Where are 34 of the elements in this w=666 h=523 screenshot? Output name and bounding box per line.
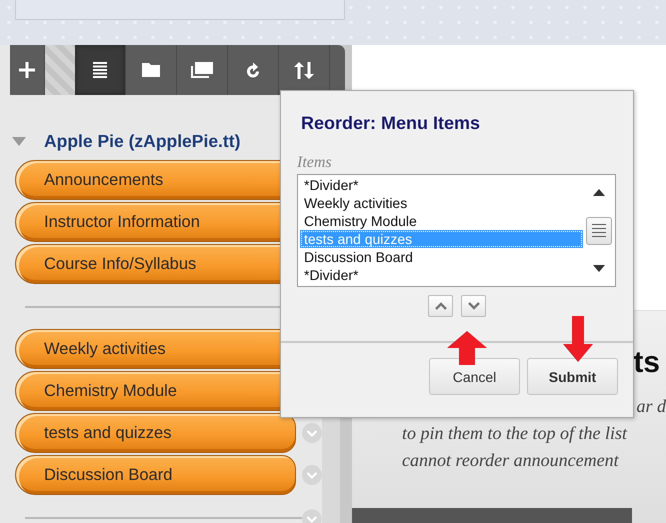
down-arrow-icon (563, 316, 593, 362)
list-icon (93, 62, 107, 78)
move-up-button[interactable] (428, 295, 453, 317)
description-text: to pin them to the top of the list (402, 423, 627, 443)
windows-icon (191, 62, 213, 78)
sort-icon (294, 62, 314, 78)
folder-icon (142, 63, 160, 77)
course-title[interactable]: Apple Pie (zApplePie.tt) (44, 130, 240, 152)
scrollbar-thumb[interactable] (586, 216, 612, 244)
menu-item[interactable]: Discussion Board (15, 455, 296, 495)
list-label: Items (297, 154, 333, 172)
menu-item[interactable]: tests and quizzes (15, 413, 296, 453)
cancel-button[interactable]: Cancel (429, 358, 520, 395)
list-option[interactable]: Chemistry Module (300, 212, 583, 230)
list-option[interactable]: *Divider* (300, 266, 583, 284)
description-text: cannot reorder announcement (402, 450, 619, 470)
refresh-icon (245, 62, 261, 78)
chevron-down-icon (468, 302, 480, 310)
scroll-up-icon[interactable] (593, 189, 605, 196)
list-option[interactable]: Discussion Board (300, 248, 583, 266)
submit-button[interactable]: Submit (527, 358, 618, 395)
description-text: ar d (636, 395, 666, 418)
toolbar-spacer (45, 45, 75, 95)
up-arrow-icon (447, 331, 487, 365)
list-option[interactable]: Weekly activities (300, 194, 583, 212)
scroll-down-icon[interactable] (593, 265, 605, 272)
move-down-button[interactable] (461, 295, 486, 317)
dialog-title: Reorder: Menu Items (301, 113, 482, 134)
plus-icon (19, 62, 35, 78)
section-heading: ts (633, 345, 660, 381)
toolbar-button[interactable] (75, 45, 126, 95)
chevron-up-icon (434, 302, 446, 310)
list-option[interactable]: *Divider* (300, 176, 583, 194)
items-listbox[interactable]: *Divider* Weekly activities Chemistry Module tests and quizzes Discussion Board *Divider* (297, 174, 616, 287)
